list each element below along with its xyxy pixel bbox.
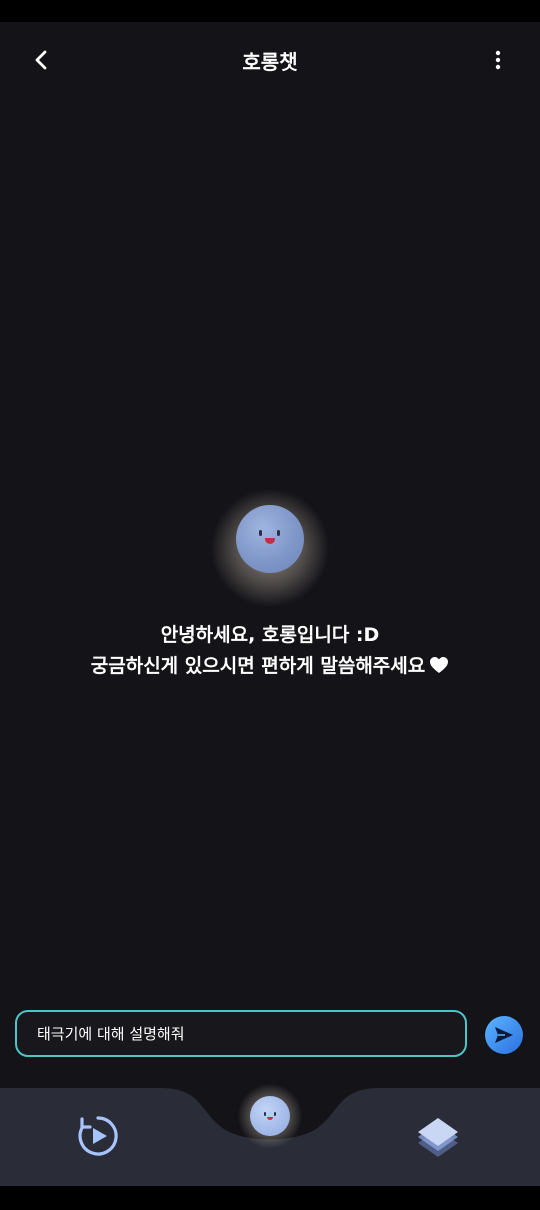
chat-screen: 호롱챗 안녕하세요, 호롱입니다 :D 궁금하신게 있으시면 편하게 말씀해주세… <box>0 22 540 1186</box>
nav-mascot-left-eye <box>264 1112 266 1116</box>
replay-play-icon <box>78 1116 118 1156</box>
status-bar <box>0 0 540 22</box>
nav-mascot-right-eye <box>274 1112 276 1116</box>
mascot-mouth <box>265 538 275 544</box>
layers-icon <box>418 1118 458 1157</box>
nav-mascot-mouth <box>267 1117 273 1120</box>
bottom-navigation <box>0 1084 540 1186</box>
mascot-right-eye <box>277 530 280 536</box>
chat-input-box <box>15 1010 467 1057</box>
white-heart-icon <box>429 653 449 684</box>
back-button[interactable] <box>24 42 60 78</box>
horong-mascot <box>236 505 304 573</box>
page-title: 호롱챗 <box>242 50 298 74</box>
greeting-line-2: 궁금하신게 있으시면 편하게 말씀해주세요 <box>0 651 540 684</box>
greeting-message: 안녕하세요, 호롱입니다 :D 궁금하신게 있으시면 편하게 말씀해주세요 <box>0 620 540 684</box>
nav-replay-button[interactable] <box>74 1112 122 1160</box>
send-icon <box>495 1027 513 1043</box>
greeting-line-2-text: 궁금하신게 있으시면 편하게 말씀해주세요 <box>90 655 426 677</box>
greeting-line-1: 안녕하세요, 호롱입니다 :D <box>160 624 380 646</box>
chevron-left-icon <box>35 50 47 70</box>
nav-layers-button[interactable] <box>412 1112 464 1164</box>
nav-mascot-button[interactable] <box>250 1096 290 1136</box>
chat-input[interactable] <box>37 1024 445 1043</box>
app-header: 호롱챗 <box>0 22 540 96</box>
more-vertical-icon <box>495 50 501 70</box>
mascot-left-eye <box>259 530 262 536</box>
more-options-button[interactable] <box>482 42 514 78</box>
send-button[interactable] <box>485 1016 523 1054</box>
system-bottom-bar <box>0 1186 540 1210</box>
